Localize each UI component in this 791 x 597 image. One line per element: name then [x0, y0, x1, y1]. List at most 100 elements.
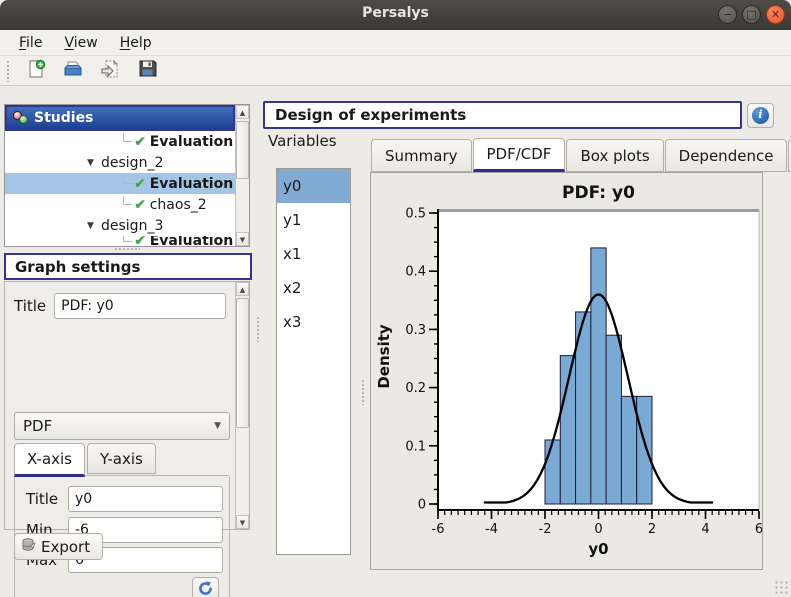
- menu-help[interactable]: Help: [111, 32, 161, 54]
- collapse-expander-icon[interactable]: ▼: [87, 221, 101, 231]
- variable-item-x3[interactable]: x3: [277, 305, 350, 339]
- export-icon: [21, 537, 37, 557]
- tree-item-evaluation-3-clipped[interactable]: ✔ Evaluation: [5, 236, 235, 246]
- svg-text:4: 4: [701, 522, 709, 537]
- tree-item-label: Evaluation: [150, 236, 233, 246]
- svg-text:-6: -6: [432, 522, 445, 537]
- open-study-icon: [63, 59, 83, 83]
- graph-settings-title: Graph settings: [15, 258, 140, 276]
- maximize-button[interactable]: □: [742, 5, 761, 24]
- svg-text:2: 2: [648, 522, 656, 537]
- svg-text:6: 6: [755, 522, 762, 537]
- studies-icon: [13, 111, 29, 125]
- pdf-chart: PDF: y0Densityy000.10.20.30.40.5-6-4-202…: [371, 173, 762, 569]
- check-icon: ✔: [134, 134, 146, 150]
- tree-item-label: Evaluation: [150, 134, 233, 150]
- svg-text:y0: y0: [588, 540, 608, 558]
- svg-text:0.1: 0.1: [405, 439, 426, 454]
- workspace: Studies ✔ Evaluation ▼ design_2 ✔: [0, 86, 791, 597]
- tab-y-axis[interactable]: Y-axis: [87, 443, 156, 474]
- menubar: File View Help: [0, 30, 791, 56]
- tab-pdf-cdf[interactable]: PDF/CDF: [473, 138, 566, 172]
- tree-item-chaos-2[interactable]: ✔ chaos_2: [5, 194, 235, 215]
- vertical-splitter-handle[interactable]: [256, 316, 261, 342]
- collapse-expander-icon[interactable]: ▼: [87, 158, 101, 168]
- tree-item-label: design_3: [101, 218, 163, 234]
- axis-title-label: Title: [26, 490, 60, 508]
- scrollbar-thumb[interactable]: [236, 298, 249, 428]
- axis-tabs: X-axis Y-axis: [14, 443, 158, 477]
- export-label: Export: [41, 538, 90, 556]
- minimize-button[interactable]: −: [718, 5, 737, 24]
- open-study-button[interactable]: [61, 59, 85, 83]
- result-tabs: Summary PDF/CDF Box plots Dependence Ta …: [371, 138, 791, 172]
- new-study-icon: [26, 59, 46, 83]
- graph-settings-header: Graph settings: [4, 253, 252, 280]
- chevron-down-icon: ▼: [214, 421, 221, 431]
- graph-title-input[interactable]: [54, 293, 226, 319]
- svg-text:0.5: 0.5: [405, 207, 426, 222]
- check-icon: ✔: [134, 197, 146, 213]
- toolbar-drag-handle[interactable]: [6, 60, 11, 82]
- variable-item-y1[interactable]: y1: [277, 203, 350, 237]
- axis-title-input[interactable]: [68, 486, 223, 512]
- tree-item-evaluation-2-selected[interactable]: ✔ Evaluation: [5, 173, 235, 194]
- svg-text:0.2: 0.2: [405, 381, 426, 396]
- tree-item-label: design_2: [101, 155, 163, 171]
- close-button[interactable]: ✕: [766, 5, 785, 24]
- menu-file[interactable]: File: [10, 32, 51, 54]
- scrollbar-thumb[interactable]: [236, 121, 249, 179]
- studies-tree-panel: Studies ✔ Evaluation ▼ design_2 ✔: [4, 104, 250, 247]
- tab-box-plots[interactable]: Box plots: [566, 139, 663, 172]
- export-button[interactable]: Export: [14, 533, 103, 560]
- horizontal-splitter-handle[interactable]: [114, 247, 140, 252]
- save-study-button[interactable]: [135, 59, 159, 83]
- refresh-icon: [197, 580, 214, 597]
- tree-item-label: Evaluation: [150, 176, 233, 192]
- scroll-up-icon[interactable]: ▲: [236, 282, 249, 296]
- tree-connector: [123, 133, 132, 142]
- variables-label: Variables: [268, 132, 337, 150]
- graph-title-label: Title: [14, 297, 46, 315]
- info-icon: i: [752, 107, 769, 124]
- tab-summary[interactable]: Summary: [371, 139, 472, 172]
- svg-text:PDF: y0: PDF: y0: [562, 183, 635, 203]
- variable-item-x1[interactable]: x1: [277, 237, 350, 271]
- tree-item-evaluation-1[interactable]: ✔ Evaluation: [5, 131, 235, 152]
- window-resize-grip[interactable]: [774, 580, 788, 594]
- svg-text:-4: -4: [485, 522, 498, 537]
- tree-item-label: chaos_2: [150, 197, 207, 213]
- tree-connector: [123, 175, 132, 184]
- menu-view[interactable]: View: [55, 32, 106, 54]
- variable-item-y0[interactable]: y0: [277, 169, 350, 203]
- graph-settings-scrollbar[interactable]: ▲ ▼: [235, 282, 249, 529]
- svg-text:0.3: 0.3: [405, 323, 426, 338]
- scroll-up-icon[interactable]: ▲: [236, 105, 249, 119]
- import-study-icon: [100, 59, 120, 83]
- variable-item-x2[interactable]: x2: [277, 271, 350, 305]
- studies-header-label: Studies: [34, 110, 93, 126]
- refresh-axis-button[interactable]: [192, 577, 219, 597]
- import-study-button[interactable]: [98, 59, 122, 83]
- check-icon: ✔: [134, 176, 146, 192]
- graph-settings-panel: Title PDF ▼ X-axis Y-axis Title: [4, 281, 250, 530]
- tree-item-design-2[interactable]: ▼ design_2: [5, 152, 235, 173]
- new-study-button[interactable]: [24, 59, 48, 83]
- studies-tree-scrollbar[interactable]: ▲ ▼: [235, 105, 249, 246]
- doe-name-input[interactable]: [263, 101, 742, 129]
- check-icon: ✔: [134, 236, 146, 246]
- variables-list: y0 y1 x1 x2 x3: [276, 168, 351, 555]
- tree-item-design-3[interactable]: ▼ design_3: [5, 215, 235, 236]
- tab-x-axis[interactable]: X-axis: [14, 443, 85, 477]
- plot-type-dropdown[interactable]: PDF ▼: [14, 412, 230, 440]
- studies-header[interactable]: Studies: [5, 105, 235, 131]
- scroll-down-icon[interactable]: ▼: [236, 515, 249, 529]
- svg-text:0: 0: [594, 522, 602, 537]
- toolbar: [0, 56, 791, 86]
- info-button[interactable]: i: [747, 103, 774, 128]
- svg-text:0.4: 0.4: [405, 265, 426, 280]
- vertical-splitter-handle[interactable]: [361, 379, 366, 405]
- plot-type-value: PDF: [23, 417, 52, 435]
- tab-dependence[interactable]: Dependence: [665, 139, 788, 172]
- scroll-down-icon[interactable]: ▼: [236, 232, 249, 246]
